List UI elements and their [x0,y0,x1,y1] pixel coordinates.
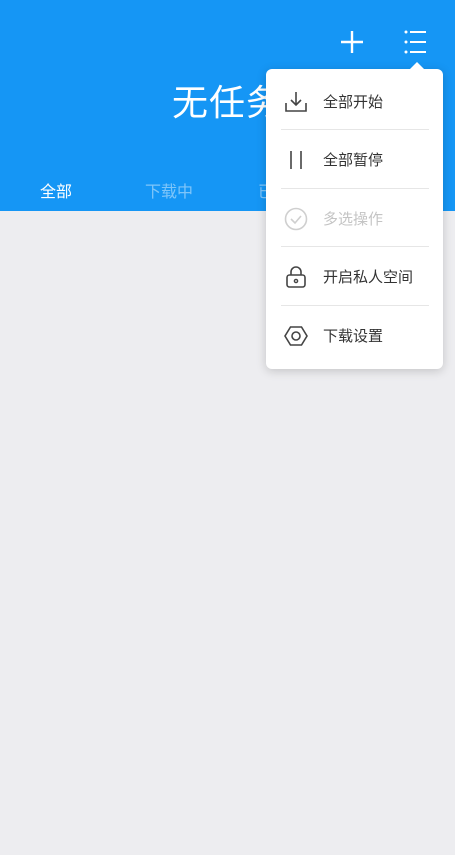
menu-item-label: 开启私人空间 [323,268,414,286]
list-menu-icon [404,30,426,54]
hexagon-settings-icon [284,326,308,346]
menu-button[interactable] [397,24,433,60]
tab-all[interactable]: 全部 [40,178,72,202]
check-circle-icon [284,207,308,231]
lock-icon [286,266,306,288]
menu-item-label: 多选操作 [323,210,384,228]
menu-item-label: 全部暂停 [323,151,384,169]
menu-item-private-space[interactable]: 开启私人空间 [266,247,443,305]
plus-icon [341,31,363,53]
menu-item-label: 下载设置 [323,327,384,345]
menu-dropdown: 全部开始 全部暂停 多选操作 开启私人空间 下载设置 [266,62,443,369]
dropdown-arrow [409,62,425,70]
menu-item-download-settings[interactable]: 下载设置 [266,306,443,364]
tab-downloading[interactable]: 下载中 [145,178,193,202]
menu-item-pause-all[interactable]: 全部暂停 [266,130,443,188]
menu-item-multi-select[interactable]: 多选操作 [266,189,443,247]
pause-icon [290,151,302,169]
download-icon [285,92,307,112]
add-task-button[interactable] [334,24,370,60]
menu-item-label: 全部开始 [323,93,384,111]
menu-item-start-all[interactable]: 全部开始 [266,72,443,130]
